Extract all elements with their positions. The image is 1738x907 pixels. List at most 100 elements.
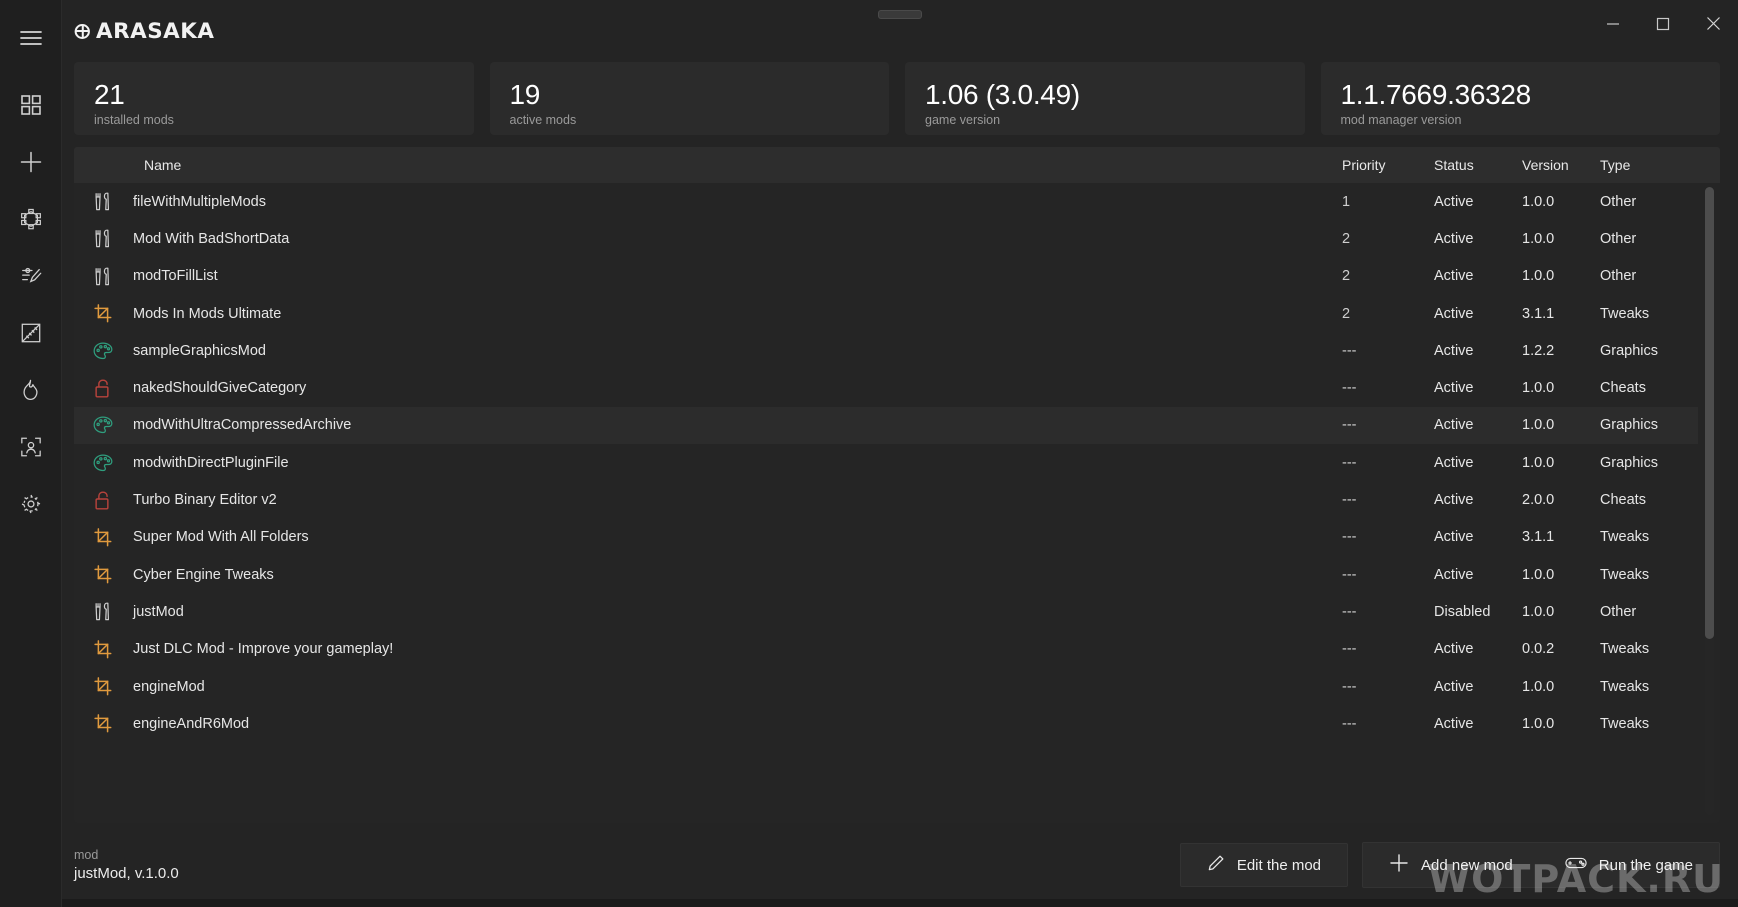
mod-priority: 1 [1342,193,1351,210]
table-row[interactable]: Mods In Mods Ultimate 2 Active 3.1.1 Tweaks [74,295,1698,332]
plus-icon [1389,853,1409,877]
crop-icon [74,304,132,323]
sidebar-item-assets[interactable] [9,197,53,241]
table-row[interactable]: nakedShouldGiveCategory --- Active 1.0.0 Che… [74,369,1698,406]
grid-icon [20,95,41,115]
edit-mod-button[interactable]: Edit the mod [1179,843,1349,887]
stat-card-game-version: 1.06 (3.0.49) game version [905,62,1305,135]
stat-label: mod manager version [1340,113,1462,128]
mod-version: 1.0.0 [1522,454,1555,471]
table-row[interactable]: modWithUltraCompressedArchive --- Active 1.… [74,406,1698,445]
mod-status: Active [1434,678,1474,695]
mod-name: modWithUltraCompressedArchive [133,417,352,434]
mods-table-panel: Name Priority Status Version Type fileWi… [74,147,1720,823]
stat-label: game version [925,113,1001,128]
sidebar-item-menu[interactable] [9,16,53,60]
mod-status: Active [1434,417,1474,434]
tools-icon [74,229,132,248]
mod-type: Tweaks [1600,566,1650,583]
table-scrollbar[interactable] [1705,187,1714,815]
crop-icon [74,714,132,733]
edit-tools-icon [20,265,42,287]
palette-icon [74,454,132,472]
mod-name: justMod [133,603,184,620]
mod-name: nakedShouldGiveCategory [133,380,307,397]
minimize-button[interactable] [1588,0,1638,52]
table-row[interactable]: sampleGraphicsMod --- Active 1.2.2 Graphics [74,332,1698,369]
mod-type: Cheats [1600,492,1646,509]
mod-priority: --- [1342,492,1357,509]
sidebar-item-dashboard[interactable] [9,83,53,127]
table-row[interactable]: Mod With BadShortData 2 Active 1.0.0 Other [74,220,1698,257]
sidebar-item-settings[interactable] [9,482,53,526]
tools-icon [74,267,132,286]
app-logo: ARASAKA [74,19,215,43]
edit-mod-label: Edit the mod [1236,856,1322,874]
mod-version: 1.0.0 [1522,678,1555,695]
table-body: fileWithMultipleMods 1 Active 1.0.0 Other Mo… [74,183,1720,823]
table-row[interactable]: engineMod --- Active 1.0.0 Tweaks [74,668,1698,705]
run-game-button[interactable]: Run the game [1539,843,1719,887]
mod-name: sampleGraphicsMod [133,342,266,359]
crop-icon [74,527,132,547]
footer-bar: mod justMod, v.1.0.0 Edit the mod Add ne… [62,823,1738,907]
table-row[interactable]: modToFillList 2 Active 1.0.0 Other [74,258,1698,295]
menu-icon [19,30,42,46]
sidebar-item-performance[interactable] [9,368,53,412]
lock-icon [74,490,132,510]
mod-type: Other [1600,603,1637,620]
mod-version: 0.0.2 [1522,641,1555,658]
table-row[interactable]: Just DLC Mod - Improve your gameplay! ---… [74,631,1698,668]
palette-icon [74,416,132,434]
scrollbar-thumb[interactable] [1705,187,1714,640]
mod-name: Mods In Mods Ultimate [133,305,282,322]
palette-icon [74,342,132,360]
mod-status: Active [1434,715,1474,732]
column-header-status[interactable]: Status [1434,157,1522,173]
table-row[interactable]: Cyber Engine Tweaks --- Active 1.0.0 Tweaks [74,556,1698,593]
window-drag-handle[interactable] [878,10,922,19]
maximize-icon [1656,17,1670,36]
sidebar-item-editor[interactable] [9,254,53,298]
mod-version: 1.0.0 [1522,268,1555,285]
mod-version: 1.0.0 [1522,193,1555,210]
mod-status: Active [1434,566,1474,583]
mod-name: engineAndR6Mod [133,715,250,732]
table-row[interactable]: Super Mod With All Folders --- Active 3.1.1… [74,519,1698,556]
mod-priority: --- [1342,603,1357,620]
column-header-name[interactable]: Name [132,157,1342,173]
mod-type: Cheats [1600,380,1646,397]
mod-version: 2.0.0 [1522,492,1555,509]
close-button[interactable] [1688,0,1738,52]
table-row[interactable]: modwithDirectPluginFile --- Active 1.0.0 Gra… [74,444,1698,481]
sidebar-item-add[interactable] [9,140,53,184]
column-header-version[interactable]: Version [1522,157,1600,173]
mod-priority: 2 [1342,305,1351,322]
maximize-button[interactable] [1638,0,1688,52]
mod-status: Active [1434,230,1474,247]
table-row[interactable]: justMod --- Disabled 1.0.0 Other [74,593,1698,630]
table-header: Name Priority Status Version Type [74,147,1720,183]
tools-icon [74,192,132,211]
mod-status: Active [1434,342,1474,359]
main-area: ARASAKA 21 installed mods 19 active mods… [62,0,1738,907]
mod-type: Tweaks [1600,529,1650,546]
mod-priority: --- [1342,417,1357,434]
table-row[interactable]: fileWithMultipleMods 1 Active 1.0.0 Other [74,183,1698,220]
mod-name: Mod With BadShortData [133,230,290,247]
stat-value: 1.1.7669.36328 [1340,78,1532,110]
mod-type: Graphics [1600,342,1659,359]
mod-type: Tweaks [1600,715,1650,732]
table-row[interactable]: Turbo Binary Editor v2 --- Active 2.0.0 Chea… [74,481,1698,518]
mod-priority: --- [1342,454,1357,471]
mod-status: Active [1434,380,1474,397]
column-header-priority[interactable]: Priority [1342,157,1434,173]
mod-version: 1.2.2 [1522,342,1555,359]
mod-type: Graphics [1600,454,1659,471]
column-header-type[interactable]: Type [1600,157,1698,173]
sidebar-item-measure[interactable] [9,311,53,355]
sidebar-item-profile[interactable] [9,425,53,469]
stat-value: 19 [509,78,541,110]
table-row[interactable]: engineAndR6Mod --- Active 1.0.0 Tweaks [74,705,1698,742]
add-new-mod-button[interactable]: Add new mod [1363,843,1539,887]
